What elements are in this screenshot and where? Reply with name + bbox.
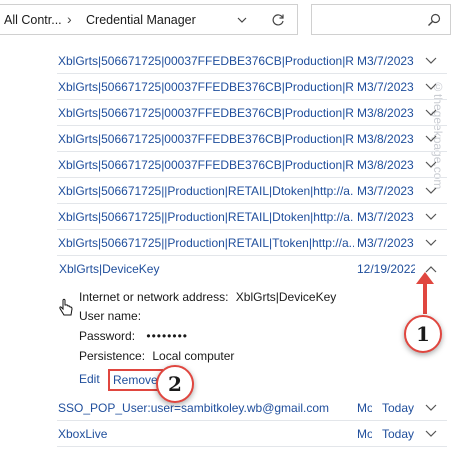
credential-row[interactable]: XblGrts|506671725|00037FFEDBE376CB|Produ… (57, 100, 447, 126)
credential-name: XblGrts|506671725|00037FFEDBE376CB|Produ… (58, 158, 354, 172)
persistence-value: Local computer (152, 349, 235, 363)
credential-modified: M (357, 184, 367, 198)
chevron-down-icon[interactable] (425, 108, 437, 118)
persistence-line: Persistence: Local computer (79, 349, 234, 363)
credential-row[interactable]: XblGrts|506671725||Production|RETAIL|Dto… (57, 178, 447, 204)
credential-modified: M (357, 236, 367, 250)
annotation-arrow (416, 272, 434, 314)
credential-row[interactable]: XblGrts|506671725|00037FFEDBE376CB|Produ… (57, 152, 447, 178)
credential-name: XboxLive (58, 427, 108, 441)
edit-link[interactable]: Edit (79, 372, 100, 386)
credential-modified: Mo (357, 427, 372, 441)
credential-modified: Mo (357, 401, 372, 415)
credential-name: XblGrts|506671725|00037FFEDBE376CB|Produ… (58, 106, 354, 120)
credential-row[interactable]: XblGrts|506671725||Production|RETAIL|Tto… (57, 230, 447, 256)
credential-date: 3/7/2023 (367, 80, 414, 94)
chevron-down-icon[interactable] (425, 212, 437, 222)
remove-link[interactable]: Remove (108, 369, 163, 391)
credential-date: Today (382, 401, 415, 415)
annotation-badge-2: 2 (156, 365, 194, 403)
credential-date: 3/7/2023 (367, 210, 414, 224)
credential-name: XblGrts|506671725||Production|RETAIL|Tto… (58, 236, 354, 250)
credential-date: Today (382, 427, 415, 441)
breadcrumb-credential-manager[interactable]: Credential Manager (86, 13, 196, 27)
credential-name: XblGrts|506671725||Production|RETAIL|Dto… (58, 210, 354, 224)
credential-name: XblGrts|506671725|00037FFEDBE376CB|Produ… (58, 132, 354, 146)
credential-date: 3/8/2023 (367, 158, 414, 172)
credential-name: SSO_POP_User:user=sambitkoley.wb@gmail.c… (58, 401, 330, 415)
chevron-down-icon[interactable] (425, 134, 437, 144)
internet-address-label: Internet or network address: (79, 290, 229, 304)
credential-modified: M (357, 106, 367, 120)
credential-modified: M (357, 132, 367, 146)
credential-row[interactable]: SSO_POP_User:user=sambitkoley.wb@gmail.c… (57, 395, 447, 421)
credential-modified: M (357, 80, 367, 94)
chevron-down-icon[interactable] (425, 186, 437, 196)
chevron-down-icon[interactable] (425, 238, 437, 248)
address-bar[interactable]: All Contr... › Credential Manager (0, 4, 298, 35)
credential-date: 3/8/2023 (367, 132, 414, 146)
user-name-label: User name: (79, 309, 142, 323)
internet-address-value: XblGrts|DeviceKey (235, 290, 337, 304)
toolbar: All Contr... › Credential Manager (0, 0, 458, 40)
credential-modified: M (357, 54, 367, 68)
chevron-down-icon[interactable] (236, 14, 248, 26)
refresh-icon[interactable] (270, 12, 286, 28)
search-icon[interactable] (426, 12, 442, 28)
credential-name: XblGrts|506671725|00037FFEDBE376CB|Produ… (58, 80, 354, 94)
password-value: •••••••• (146, 329, 188, 343)
user-name-line: User name: (79, 309, 141, 323)
credential-date: 3/8/2023 (367, 106, 414, 120)
chevron-down-icon[interactable] (425, 429, 437, 439)
chevron-down-icon[interactable] (425, 403, 437, 413)
chevron-down-icon[interactable] (425, 160, 437, 170)
password-line: Password: •••••••• (79, 329, 188, 343)
breadcrumb-all-control-panel[interactable]: All Contr... (4, 13, 62, 27)
chevron-down-icon[interactable] (425, 56, 437, 66)
credential-name: XblGrts|506671725||Production|RETAIL|Dto… (58, 184, 354, 198)
annotation-badge-1: 1 (404, 315, 442, 353)
credential-row[interactable]: XblGrts|506671725||Production|RETAIL|Dto… (57, 204, 447, 230)
internet-address-line: Internet or network address: XblGrts|Dev… (79, 290, 336, 304)
persistence-label: Persistence: (79, 349, 146, 363)
credential-date: 3/7/2023 (367, 236, 414, 250)
chevron-down-icon[interactable] (425, 82, 437, 92)
credential-date: 3/7/2023 (367, 54, 414, 68)
credential-date: 3/7/2023 (367, 184, 414, 198)
hand-cursor-icon (59, 298, 73, 316)
credential-name: XblGrts|DeviceKey (59, 262, 160, 276)
credential-modified: M (357, 158, 367, 172)
credential-modified: M (357, 210, 367, 224)
credential-row[interactable]: XblGrts|506671725|00037FFEDBE376CB|Produ… (57, 48, 447, 74)
credential-row-expanded[interactable]: XblGrts|DeviceKey 12/19/2022 (57, 256, 447, 282)
breadcrumb-separator-icon[interactable]: › (67, 11, 72, 27)
credential-row[interactable]: XblGrts|506671725|00037FFEDBE376CB|Produ… (57, 74, 447, 100)
credential-date: 12/19/2022 (357, 262, 415, 276)
search-box[interactable] (311, 4, 451, 35)
credential-row[interactable]: XblGrts|506671725|00037FFEDBE376CB|Produ… (57, 126, 447, 152)
credential-row[interactable]: XboxLive Mo Today (57, 421, 447, 447)
password-label: Password: (79, 329, 136, 343)
credential-name: XblGrts|506671725|00037FFEDBE376CB|Produ… (58, 54, 354, 68)
